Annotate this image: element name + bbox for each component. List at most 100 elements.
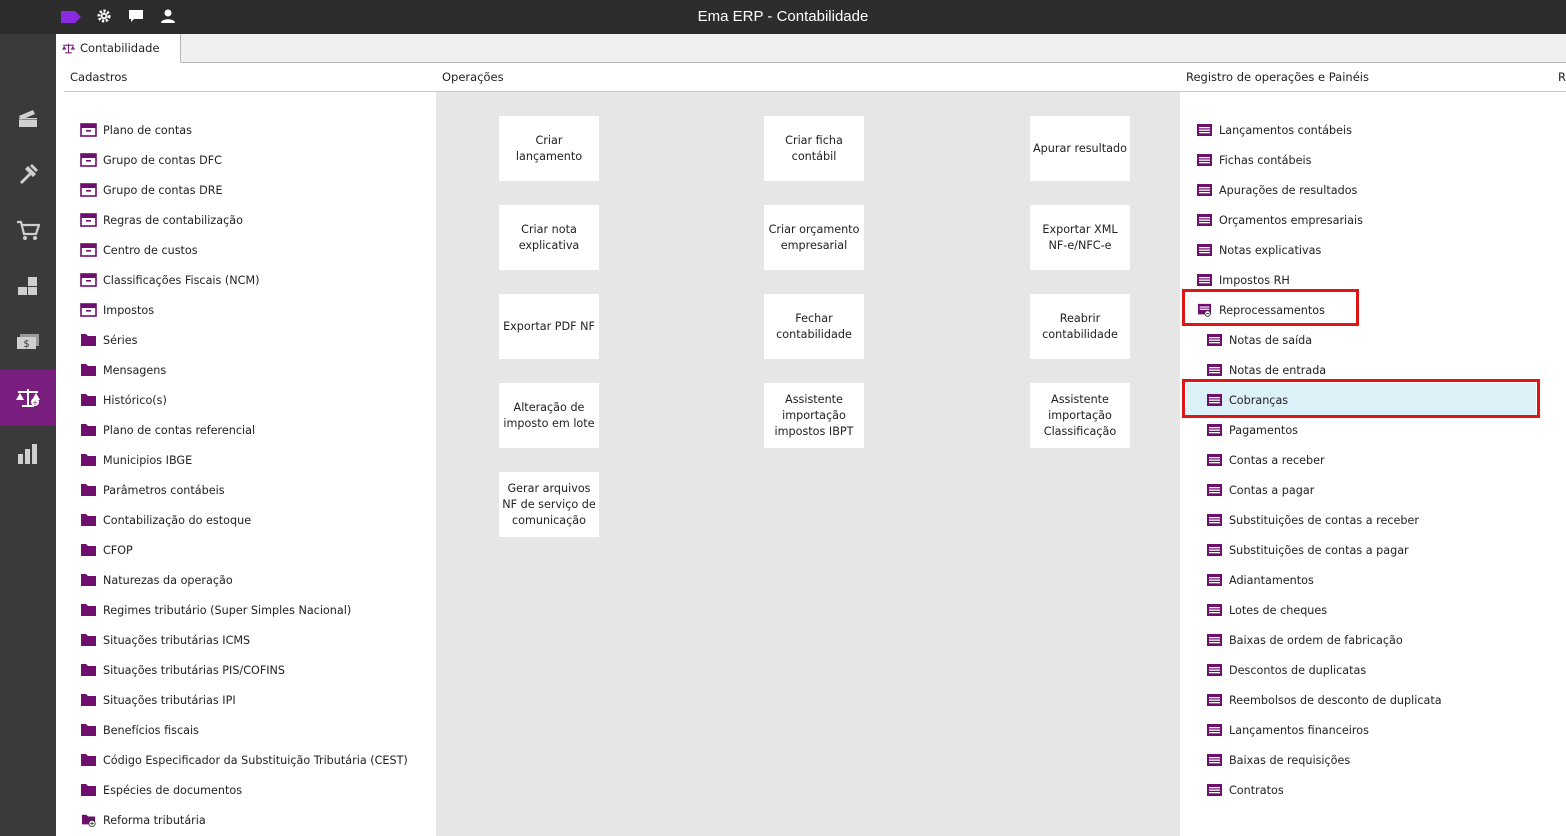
cadastro-item-label: Histórico(s)	[103, 393, 167, 407]
archive-icon	[80, 303, 97, 317]
operation-button[interactable]: Fechar contabilidade	[764, 294, 864, 359]
operation-button[interactable]: Exportar PDF NF	[499, 294, 599, 359]
registro-item[interactable]: Substituições de contas a receber	[1206, 509, 1419, 531]
cadastro-item[interactable]: Plano de contas referencial	[80, 419, 255, 441]
cadastro-item-label: Centro de custos	[103, 243, 198, 257]
operation-button[interactable]: Criar ficha contábil	[764, 116, 864, 181]
cadastro-item-label: Naturezas da operação	[103, 573, 233, 587]
cadastro-item-label: Impostos	[103, 303, 155, 317]
operation-button[interactable]: Criar orçamento empresarial	[764, 205, 864, 270]
tab-contabilidade[interactable]: Contabilidade	[56, 34, 181, 63]
sidebar-item-cadastro[interactable]	[0, 90, 56, 146]
registro-item-label: Impostos RH	[1219, 273, 1290, 287]
cadastro-item[interactable]: Classificações Fiscais (NCM)	[80, 269, 259, 291]
registro-item[interactable]: Contratos	[1206, 779, 1284, 801]
registro-item[interactable]: Descontos de duplicatas	[1206, 659, 1366, 681]
list-icon	[1206, 633, 1223, 647]
tab-bar: Contabilidade	[56, 34, 1566, 63]
cadastro-item[interactable]: Benefícios fiscais	[80, 719, 199, 741]
cadastro-item[interactable]: Centro de custos	[80, 239, 198, 261]
registro-item[interactable]: Lotes de cheques	[1206, 599, 1327, 621]
cadastro-item-label: Classificações Fiscais (NCM)	[103, 273, 260, 287]
cadastro-item[interactable]: Mensagens	[80, 359, 166, 381]
cadastro-item[interactable]: Código Especificador da Substituição Tri…	[80, 749, 408, 771]
folder-plus-icon	[80, 813, 97, 828]
cadastro-item[interactable]: Grupo de contas DFC	[80, 149, 222, 171]
cadastro-item[interactable]: Histórico(s)	[80, 389, 167, 411]
registro-item[interactable]: Substituições de contas a pagar	[1206, 539, 1409, 561]
registro-column: Lançamentos contábeis Fichas contábeis Apu…	[1180, 92, 1566, 836]
registro-item-label: Adiantamentos	[1229, 573, 1314, 587]
cadastro-item[interactable]: Situações tributárias PIS/COFINS	[80, 659, 285, 681]
cadastro-item[interactable]: Situações tributárias ICMS	[80, 629, 250, 651]
registro-item-label: Notas de entrada	[1229, 363, 1327, 377]
cadastro-item[interactable]: Situações tributárias IPI	[80, 689, 236, 711]
sidebar-item-vendas[interactable]	[0, 202, 56, 258]
operation-button[interactable]: Criar lançamento	[499, 116, 599, 181]
registro-item[interactable]: Notas de saída	[1206, 329, 1312, 351]
folder-icon	[80, 363, 97, 377]
cadastro-item-label: Espécies de documentos	[103, 783, 243, 797]
registro-item-label: Baixas de ordem de fabricação	[1229, 633, 1403, 647]
registro-item[interactable]: Apurações de resultados	[1196, 179, 1357, 201]
list-icon	[1196, 153, 1213, 167]
sidebar-item-relatorios[interactable]	[0, 426, 56, 482]
cadastro-item[interactable]: Impostos	[80, 299, 154, 321]
registro-item[interactable]: Fichas contábeis	[1196, 149, 1311, 171]
cadastro-item-label: Contabilização do estoque	[103, 513, 252, 527]
cadastro-item[interactable]: Plano de contas	[80, 119, 192, 141]
registro-item-label: Substituições de contas a receber	[1229, 513, 1419, 527]
registro-item[interactable]: Lançamentos contábeis	[1196, 119, 1352, 141]
cadastro-item-label: Situações tributárias IPI	[103, 693, 236, 707]
registro-item[interactable]: Baixas de ordem de fabricação	[1206, 629, 1403, 651]
cadastro-item[interactable]: CFOP	[80, 539, 133, 561]
cadastro-item[interactable]: Espécies de documentos	[80, 779, 242, 801]
registro-item[interactable]: Lançamentos financeiros	[1206, 719, 1369, 741]
registro-item[interactable]: Orçamentos empresariais	[1196, 209, 1363, 231]
folder-icon	[80, 603, 97, 617]
cadastro-item-label: CFOP	[103, 543, 133, 557]
sidebar-item-contabilidade[interactable]: +	[0, 370, 56, 426]
sidebar-item-estoque[interactable]	[0, 258, 56, 314]
operation-button[interactable]: Criar nota explicativa	[499, 205, 599, 270]
registro-item[interactable]: Adiantamentos	[1206, 569, 1314, 591]
registro-item[interactable]: Contas a receber	[1206, 449, 1325, 471]
cadastro-item[interactable]: Parâmetros contábeis	[80, 479, 225, 501]
operation-button[interactable]: Assistente importação Classificação	[1030, 383, 1130, 448]
svg-text:$: $	[23, 339, 29, 350]
cadastro-item-label: Reforma tributária	[103, 813, 206, 827]
operation-button[interactable]: Reabrir contabilidade	[1030, 294, 1130, 359]
registro-item[interactable]: Reembolsos de desconto de duplicata	[1206, 689, 1442, 711]
cadastro-item[interactable]: Regras de contabilização	[80, 209, 243, 231]
registro-item[interactable]: Contas a pagar	[1206, 479, 1314, 501]
registro-item-label: Reembolsos de desconto de duplicata	[1229, 693, 1442, 707]
operacoes-column: Criar lançamento Criar ficha contábil Apur…	[436, 92, 1180, 836]
operation-button[interactable]: Exportar XML NF-e/NFC-e	[1030, 205, 1130, 270]
cadastro-item[interactable]: Grupo de contas DRE	[80, 179, 223, 201]
cadastro-item[interactable]: Contabilização do estoque	[80, 509, 251, 531]
operation-button[interactable]: Assistente importação impostos IBPT	[764, 383, 864, 448]
cadastro-item[interactable]: Regimes tributário (Super Simples Nacion…	[80, 599, 351, 621]
cadastro-item[interactable]: Séries	[80, 329, 137, 351]
registro-item-label: Orçamentos empresariais	[1219, 213, 1363, 227]
registro-item[interactable]: Pagamentos	[1206, 419, 1298, 441]
operation-button[interactable]: Gerar arquivos NF de serviço de comunica…	[499, 472, 599, 537]
registro-item[interactable]: Notas explicativas	[1196, 239, 1321, 261]
archive-icon	[80, 183, 97, 197]
cadastro-item[interactable]: Municipios IBGE	[80, 449, 192, 471]
registro-item-label: Contas a receber	[1229, 453, 1325, 467]
list-icon	[1206, 783, 1223, 797]
section-operacoes-header: Operações	[442, 70, 504, 84]
operation-button[interactable]: Apurar resultado	[1030, 116, 1130, 181]
cadastro-item[interactable]: Naturezas da operação	[80, 569, 233, 591]
scale-icon: +	[16, 389, 40, 407]
registro-item[interactable]: Impostos RH	[1196, 269, 1290, 291]
sidebar-item-ferramentas[interactable]	[0, 146, 56, 202]
sidebar-item-financeiro[interactable]: $	[0, 314, 56, 370]
registro-item[interactable]: Notas de entrada	[1206, 359, 1326, 381]
archive-icon	[80, 243, 97, 257]
operation-button[interactable]: Alteração de imposto em lote	[499, 383, 599, 448]
registro-item[interactable]: Baixas de requisições	[1206, 749, 1350, 771]
cadastro-item[interactable]: Reforma tributária	[80, 809, 206, 831]
sidebar: $ +	[0, 34, 56, 836]
